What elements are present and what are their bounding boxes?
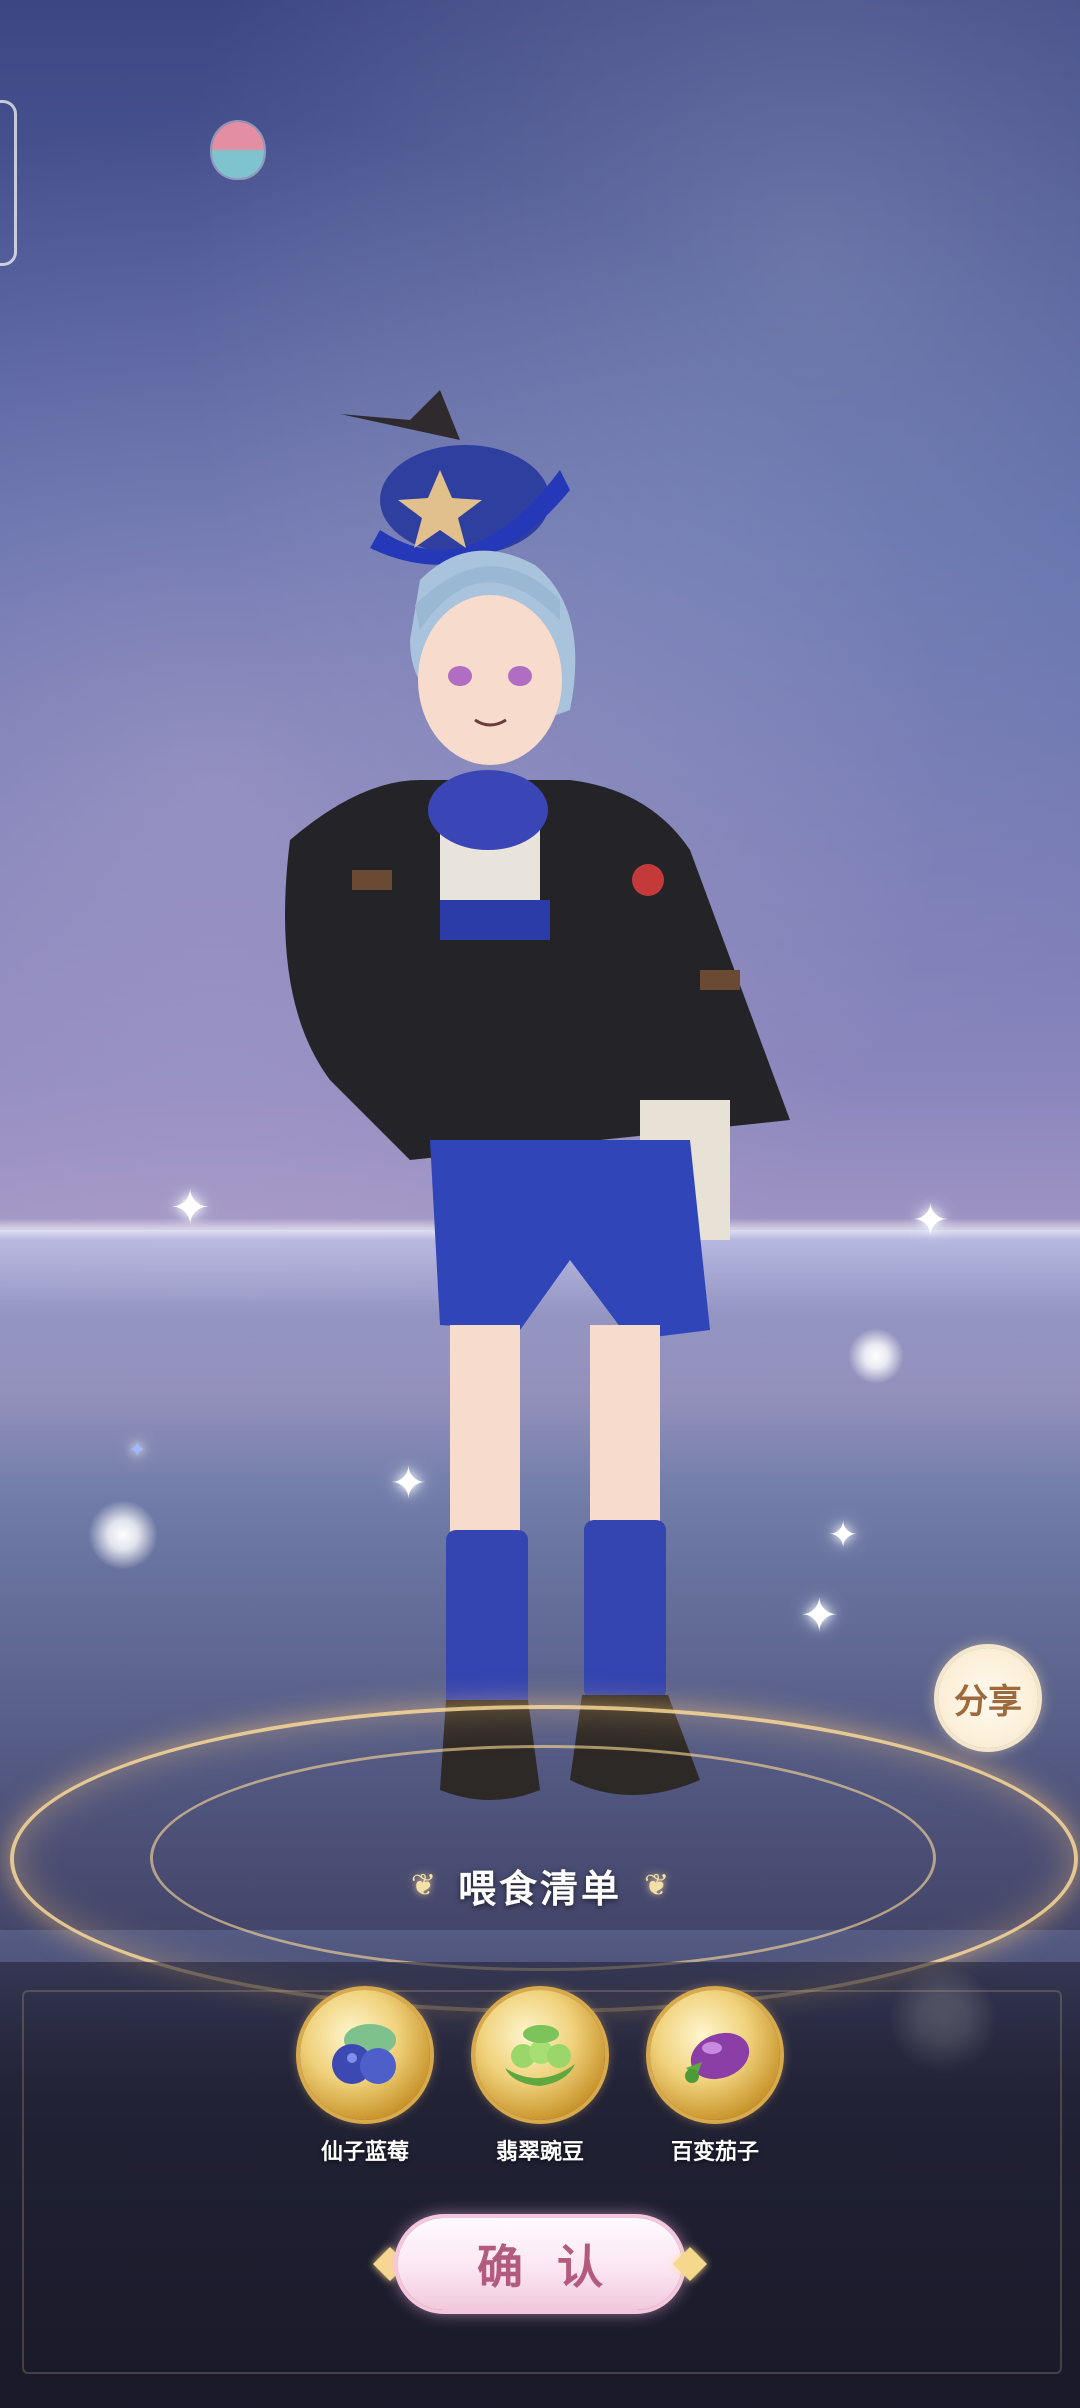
sparkle-icon: ✦	[128, 1438, 147, 1463]
food-label: 百变茄子	[670, 2140, 759, 2165]
light-orb	[848, 1328, 904, 1384]
blueberry-icon	[300, 1990, 430, 2120]
leaf-ornament-icon: ❦	[644, 1867, 670, 1903]
food-label: 仙子蓝莓	[320, 2140, 409, 2165]
eggplant-icon	[650, 1990, 780, 2120]
food-list: 仙子蓝莓 翡翠豌豆 百变茄子	[290, 1990, 790, 2180]
sparkle-icon: ✦	[912, 1195, 949, 1246]
feeding-list-title: 喂食清单	[457, 1866, 622, 1911]
food-item-pea[interactable]: 翡翠豌豆	[465, 1990, 615, 2166]
feeding-list-header: ❦ 喂食清单 ❦	[0, 1850, 1080, 1920]
leaf-ornament-icon: ❦	[410, 1867, 436, 1903]
sparkle-icon: ✦	[170, 1180, 211, 1236]
food-label: 翡翠豌豆	[495, 2140, 584, 2165]
food-item-eggplant[interactable]: 百变茄子	[640, 1990, 790, 2166]
pea-icon	[475, 1990, 605, 2120]
confirm-button[interactable]: 确认	[398, 2218, 682, 2310]
share-button[interactable]: 分享	[938, 1648, 1038, 1748]
sparkle-icon: ✦	[828, 1515, 859, 1556]
pet-egg-icon[interactable]	[212, 122, 264, 178]
character-avatar[interactable]	[270, 380, 810, 1880]
side-drawer-handle[interactable]	[0, 100, 17, 266]
confirm-button-wrapper: 确认	[373, 2218, 707, 2314]
food-item-blueberry[interactable]: 仙子蓝莓	[290, 1990, 440, 2166]
light-orb	[88, 1500, 158, 1570]
